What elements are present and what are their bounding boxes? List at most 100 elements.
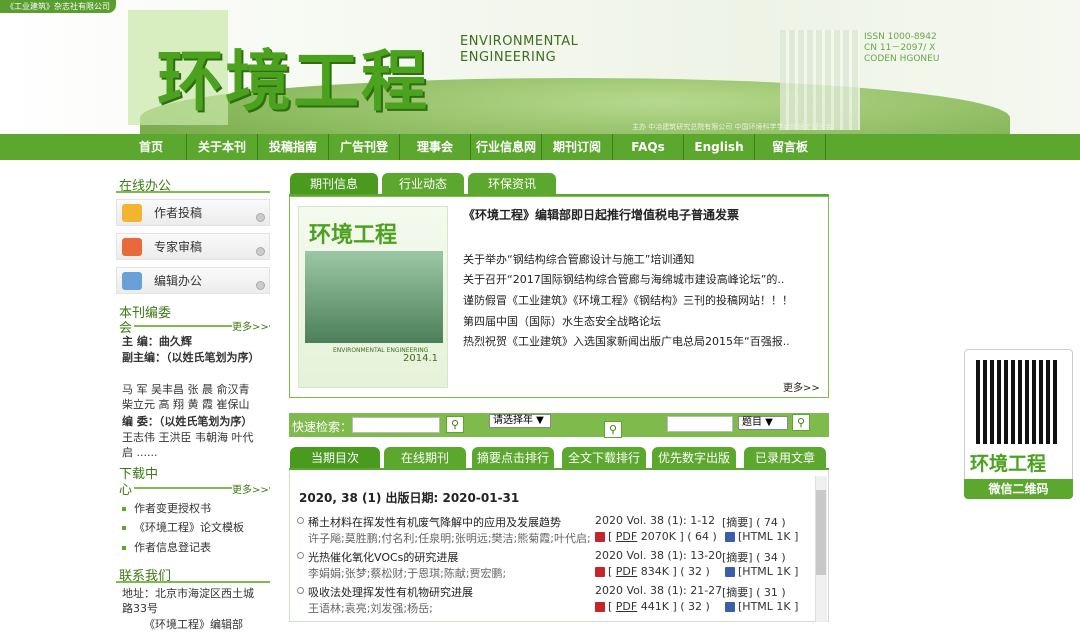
contact-address-2: 《环境工程》编辑部 bbox=[144, 618, 243, 631]
scrollbar-thumb[interactable] bbox=[816, 490, 826, 575]
nav-guestbook[interactable]: 留言板 bbox=[755, 134, 826, 160]
tab-industry-news[interactable]: 行业动态 bbox=[382, 173, 464, 195]
download-item[interactable]: 作者变更授权书 bbox=[122, 500, 211, 516]
search-icon[interactable]: ⚲ bbox=[604, 421, 622, 438]
pencil-icon bbox=[122, 204, 142, 222]
edit-icon bbox=[122, 272, 142, 290]
sponsor-text: 主办 中冶建筑研究总院有限公司 中国环境科学学会环境工程分会 bbox=[632, 123, 833, 131]
download-title-2: 心 bbox=[119, 483, 133, 498]
editor-office-button[interactable]: 编辑办公 bbox=[116, 267, 270, 294]
nav-faqs[interactable]: FAQs bbox=[613, 134, 684, 160]
cover-title: 环境工程 bbox=[309, 223, 398, 248]
news-item[interactable]: 第四届中国（国际）水生态安全战略论坛 bbox=[463, 313, 661, 329]
tab-current-issue[interactable]: 当期目次 bbox=[290, 447, 380, 469]
coden: CODEN HGONEU bbox=[864, 54, 940, 64]
radio-icon bbox=[297, 517, 304, 524]
article-title[interactable]: 吸收法处理挥发性有机物研究进展 bbox=[308, 584, 473, 600]
news-more-link[interactable]: 更多>> bbox=[783, 379, 820, 394]
tab-download-rank[interactable]: 全文下载排行 bbox=[562, 447, 646, 469]
field-input[interactable] bbox=[667, 416, 733, 432]
download-more-link[interactable]: 更多>> bbox=[232, 481, 269, 496]
radio-icon bbox=[297, 552, 304, 559]
article-title[interactable]: 稀土材料在挥发性有机废气降解中的应用及发展趋势 bbox=[308, 514, 561, 530]
article-abstract-link[interactable]: [摘要] ( 74 ) bbox=[722, 514, 786, 530]
editors-more-link[interactable]: 更多>> bbox=[232, 318, 269, 333]
html-icon bbox=[725, 567, 735, 577]
nav-guide[interactable]: 投稿指南 bbox=[258, 134, 329, 160]
article-volume: 2020 Vol. 38 (1): 13-20 bbox=[595, 549, 723, 562]
year-select[interactable]: 请选择年 ▼ bbox=[489, 414, 551, 428]
bullet-icon bbox=[256, 247, 265, 256]
article-volume: 2020 Vol. 38 (1): 21-27 bbox=[595, 584, 723, 597]
corp-label: 《工业建筑》杂志社有限公司 bbox=[0, 0, 116, 13]
html-icon bbox=[725, 532, 735, 542]
contact-address: 地址：北京市海淀区西土城路33号 bbox=[122, 587, 254, 615]
journal-codes: ISSN 1000-8942 CN 11－2097/ X CODEN HGONE… bbox=[864, 32, 939, 65]
banner-buildings bbox=[780, 30, 860, 130]
article-pdf-link[interactable]: [ PDF 2070K ] ( 64 ) bbox=[608, 530, 717, 543]
vice-editor-label: 副主编：（以姓氏笔划为序） bbox=[122, 351, 260, 364]
issue-header: 2020, 38 (1) 出版日期: 2020-01-31 bbox=[299, 491, 520, 505]
cover-photo bbox=[305, 251, 443, 343]
issn: ISSN 1000-8942 bbox=[864, 32, 937, 42]
search-icon[interactable]: ⚲ bbox=[792, 414, 810, 431]
article-html-link[interactable]: [HTML 1K ] bbox=[738, 565, 798, 578]
search-icon[interactable]: ⚲ bbox=[446, 416, 464, 433]
news-headline[interactable]: 《环境工程》编辑部即日起推行增值税电子普通发票 bbox=[463, 206, 739, 223]
author-submit-button[interactable]: 作者投稿 bbox=[116, 199, 270, 226]
article-authors: 王语林;袁亮;刘发强;杨岳; bbox=[308, 602, 433, 615]
members-names: 王志伟 王洪臣 韦朝海 叶代启 ...... bbox=[122, 431, 254, 459]
news-item[interactable]: 谨防假冒《工业建筑》《环境工程》《钢结构》三刊的投稿网站！！！ bbox=[463, 292, 793, 308]
article-pdf-link[interactable]: [ PDF 834K ] ( 32 ) bbox=[608, 565, 710, 578]
tab-accepted[interactable]: 已录用文章 bbox=[744, 447, 826, 469]
article-abstract-link[interactable]: [摘要] ( 34 ) bbox=[722, 549, 786, 565]
article-volume: 2020 Vol. 38 (1): 1-12 bbox=[595, 514, 716, 527]
article-html-link[interactable]: [HTML 1K ] bbox=[738, 600, 798, 613]
bullet-icon bbox=[256, 281, 265, 290]
tab-priority-publish[interactable]: 优先数字出版 bbox=[652, 447, 736, 469]
download-item[interactable]: 《环境工程》论文模板 bbox=[122, 519, 244, 535]
nav-about[interactable]: 关于本刊 bbox=[187, 134, 258, 160]
nav-ads[interactable]: 广告刊登 bbox=[329, 134, 400, 160]
bullet-icon bbox=[256, 213, 265, 222]
article-pdf-link[interactable]: [ PDF 441K ] ( 32 ) bbox=[608, 600, 710, 613]
nav-industry[interactable]: 行业信息网 bbox=[471, 134, 542, 160]
news-item[interactable]: 关于召开“2017国际钢结构综合管廊与海绵城市建设高峰论坛”的.. bbox=[463, 271, 784, 287]
logo-english: ENVIRONMENTAL ENGINEERING bbox=[460, 34, 578, 66]
nav-council[interactable]: 理事会 bbox=[400, 134, 471, 160]
author-submit-label: 作者投稿 bbox=[154, 206, 203, 220]
editor-office-label: 编辑办公 bbox=[154, 274, 203, 288]
journal-cover[interactable]: 环境工程 ENVIRONMENTAL ENGINEERING 2014.1 bbox=[298, 206, 448, 388]
tab-online-issues[interactable]: 在线期刊 bbox=[384, 447, 466, 469]
news-item[interactable]: 热烈祝贺《工业建筑》入选国家新闻出版广电总局2015年“百强报.. bbox=[463, 333, 790, 349]
article-title[interactable]: 光热催化氧化VOCs的研究进展 bbox=[308, 549, 458, 565]
expert-review-button[interactable]: 专家审稿 bbox=[116, 233, 270, 260]
search-label: 快速检索： bbox=[292, 420, 353, 434]
nav-subscribe[interactable]: 期刊订阅 bbox=[542, 134, 613, 160]
download-item[interactable]: 作者信息登记表 bbox=[122, 539, 211, 555]
logo-en-line1: ENVIRONMENTAL bbox=[460, 34, 579, 49]
news-item[interactable]: 关于举办“钢结构综合管廊设计与施工”培训通知 bbox=[463, 251, 694, 267]
nav-english[interactable]: English bbox=[684, 134, 755, 160]
site-logo[interactable]: 环境工程 bbox=[157, 28, 429, 124]
chief-editor: 主 编：曲久辉 bbox=[122, 335, 192, 348]
header-banner: 环境工程 ENVIRONMENTAL ENGINEERING ISSN 1000… bbox=[0, 0, 1080, 134]
article-authors: 李娟娟;张梦;蔡松财;于恩琪;陈献;贾宏鹏; bbox=[308, 567, 507, 580]
pdf-icon bbox=[595, 532, 605, 542]
cover-issue: 2014.1 bbox=[403, 353, 438, 364]
vice-editor-names: 马 军 吴丰昌 张 晨 俞汉青 柴立元 高 翔 黄 霞 崔保山 bbox=[122, 383, 250, 411]
tab-journal-info[interactable]: 期刊信息 bbox=[290, 173, 378, 195]
article-html-link[interactable]: [HTML 1K ] bbox=[738, 530, 798, 543]
html-icon bbox=[725, 602, 735, 612]
field-select[interactable]: 题目 ▼ bbox=[738, 416, 788, 430]
logo-en-line2: ENGINEERING bbox=[460, 50, 557, 65]
article-abstract-link[interactable]: [摘要] ( 31 ) bbox=[722, 584, 786, 600]
tab-abstract-rank[interactable]: 摘要点击排行 bbox=[472, 447, 554, 469]
tab-env-news[interactable]: 环保资讯 bbox=[468, 173, 556, 195]
search-input[interactable] bbox=[352, 417, 440, 433]
people-icon bbox=[122, 238, 142, 256]
qr-code-icon bbox=[976, 360, 1060, 444]
nav-home[interactable]: 首页 bbox=[116, 134, 187, 160]
article-authors: 许子飚;莫胜鹏;付名利;任泉明;张明远;樊洁;熊菊霞;叶代启; bbox=[308, 532, 591, 545]
members-label: 编 委：（以姓氏笔划为序） bbox=[122, 415, 253, 428]
